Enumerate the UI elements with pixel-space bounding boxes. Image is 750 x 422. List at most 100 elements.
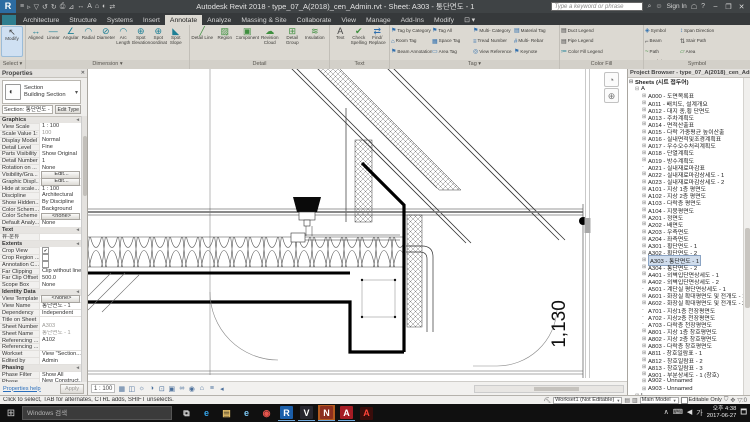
ribbon-tool[interactable]: #Multi- Rebar (514, 37, 555, 48)
restore-button[interactable]: ❐ (722, 3, 735, 11)
chevron-down-icon[interactable]: ▾ (75, 89, 78, 96)
tab-collaborate[interactable]: Collaborate (292, 15, 337, 25)
qat-icon[interactable]: ⇄ (109, 3, 115, 11)
sign-in-icon[interactable]: ☺ (655, 3, 662, 10)
element-selector[interactable]: Section: 통단면도 - 1 (2, 105, 53, 114)
ribbon-tool[interactable]: ⇅Stair Path (680, 37, 715, 48)
tab-modify[interactable]: Modify (429, 15, 459, 25)
qat-icon[interactable]: ◐ (102, 3, 106, 10)
shadows-icon[interactable]: ◑ (147, 385, 156, 393)
sheet-tree-item[interactable]: ⊞ A201 - 정면도 (628, 214, 743, 221)
start-button[interactable]: ⊞ (0, 408, 22, 419)
constraints-icon[interactable]: ≡ (207, 385, 216, 393)
sign-in-link[interactable]: Sign In (667, 3, 687, 10)
worksets-icon[interactable]: ⛏ (543, 397, 551, 404)
qat-icon[interactable]: A (87, 3, 92, 10)
sheet-tree-item[interactable]: ⊞ A903 - Unnamed (628, 385, 743, 392)
minimize-button[interactable]: – (709, 3, 722, 11)
ribbon-tool[interactable]: ⚑Beam Annotations (391, 47, 432, 58)
ribbon-tool[interactable]: ∠Angular (62, 26, 80, 58)
ribbon-tool[interactable]: ―Linear (45, 26, 63, 58)
analytical-model-icon[interactable]: ⌂ (197, 385, 206, 393)
crop-view-icon[interactable]: ⊡ (157, 385, 166, 393)
filter-icon[interactable]: ▽:0 (737, 397, 747, 404)
network-icon[interactable]: ⌨ (673, 408, 683, 418)
ribbon-tool[interactable]: ▭Area Tag (432, 47, 473, 58)
adobe-red-icon[interactable]: A (358, 405, 375, 421)
properties-help-link[interactable]: Properties help (3, 386, 41, 392)
panel-label-dimension[interactable]: Dimension ▾ (26, 60, 189, 69)
tab-massing-site[interactable]: Massing & Site (236, 15, 291, 25)
windows-search-input[interactable]: Windows 검색 (22, 406, 172, 420)
ribbon-tool[interactable]: ⌐Beam (645, 37, 680, 48)
property-row[interactable]: Dependency Independent (0, 310, 81, 317)
visual-style-icon[interactable]: ◫ (127, 385, 136, 393)
qat-icon[interactable]: ↔ (77, 3, 84, 10)
steering-wheel-icon[interactable]: ◔ (604, 72, 619, 87)
more-icon[interactable]: ◂ (217, 385, 226, 393)
ribbon-tool[interactable]: ⚑Tag All (432, 26, 473, 37)
apply-button[interactable]: Apply (60, 384, 84, 394)
search-icon[interactable]: ⌕ (647, 3, 651, 11)
reveal-hidden-icon[interactable]: ◉ (187, 385, 196, 393)
dark-app-icon[interactable]: V (298, 405, 315, 421)
action-center-icon[interactable]: 🗖 (740, 408, 747, 419)
properties-scrollbar[interactable] (81, 116, 87, 382)
ribbon-tool[interactable]: ⊘Diameter (97, 26, 115, 58)
clock[interactable]: 오후 4:38 2017-06-27 (707, 406, 737, 420)
acrobat-icon[interactable]: A (338, 405, 355, 421)
qat-icon[interactable]: ⎙ (60, 3, 66, 11)
ribbon-tool[interactable]: ⊕Spot Coordinate (150, 26, 168, 58)
property-row[interactable]: Edited by Admin (0, 358, 81, 365)
ribbon-tool[interactable]: ≡Tread Number (473, 37, 514, 48)
ribbon-tool[interactable]: ⊞Detail Group (281, 26, 304, 58)
zoom-icon[interactable]: ⊕ (604, 88, 619, 103)
ribbon-tool[interactable]: ⚑Multi- Category (473, 26, 514, 37)
ribbon-tool[interactable]: ◠Arc Length (115, 26, 133, 58)
detail-level-icon[interactable]: ▦ (117, 385, 126, 393)
revit-app-menu[interactable]: R (0, 0, 16, 13)
property-row[interactable]: Default Analy... None (0, 220, 81, 227)
ribbon-tool[interactable]: ↔Aligned (27, 26, 45, 58)
type-selector[interactable]: Section Building Section ▾ (2, 80, 81, 104)
design-options-icon[interactable]: ▥ (632, 397, 638, 404)
sun-path-icon[interactable]: ☼ (137, 385, 146, 393)
ribbon-tool[interactable]: ◣Spot Slope (167, 26, 185, 58)
downlight-fixture[interactable] (293, 197, 321, 236)
drawing-area[interactable]: 1,130 ◔ ⊕ 1 : 100 ▦◫☼◑⊡▣∞◉⌂≡◂ (88, 69, 627, 395)
panel-label-tag[interactable]: Tag ▾ (390, 60, 559, 69)
exclude-options-icon[interactable]: ⛉ (724, 397, 729, 404)
ribbon-tool[interactable]: ▨Region (214, 26, 237, 58)
qat-icon[interactable]: ↺ (42, 3, 48, 11)
ribbon-tool[interactable]: ⚑Keynote (514, 47, 555, 58)
sheet-tree-item[interactable]: ⊞ A104 - 지붕평면도 (628, 207, 743, 214)
property-row[interactable]: Text (0, 227, 81, 234)
design-option-select[interactable]: Main Model▼ (640, 397, 679, 404)
ribbon-tool[interactable]: ◠Radial (80, 26, 98, 58)
horizontal-scrollbar[interactable] (474, 385, 624, 393)
ribbon-tool[interactable]: ▱Area (680, 47, 715, 58)
help-search-input[interactable]: Type a keyword or phrase (551, 2, 643, 11)
help-icon[interactable]: ? (701, 3, 705, 10)
ribbon-tool[interactable]: ╱Detail Line (191, 26, 214, 58)
qat-icon[interactable]: ↻ (51, 3, 57, 11)
ribbon-tool[interactable]: ⊕Spot Elevation (132, 26, 150, 58)
edge-icon[interactable]: e (198, 405, 215, 421)
tab-analyze[interactable]: Analyze (202, 15, 236, 25)
ime-korean-indicator[interactable]: 가 (696, 408, 702, 418)
sheet-tree-item[interactable]: ⊞ A902 - Unnamed (628, 378, 743, 385)
tab-add-ins[interactable]: Add-Ins (396, 15, 429, 25)
sheet-tree-item[interactable]: ⊞ A901 - 부분상세도 - 1 (창호) (628, 371, 743, 378)
qat-icon[interactable]: ⊿ (68, 3, 74, 11)
show-crop-icon[interactable]: ▣ (167, 385, 176, 393)
file-tab-icon[interactable] (2, 15, 16, 25)
property-row[interactable]: Referencing ... A102 (0, 338, 81, 345)
file-explorer-icon[interactable]: ▤ (218, 405, 235, 421)
property-row[interactable]: 뷰-분류 (0, 234, 81, 241)
press-drag-icon[interactable]: ✥ (730, 397, 735, 404)
view-scale-button[interactable]: 1 : 100 (91, 384, 115, 393)
tab-architecture[interactable]: Architecture (18, 15, 64, 25)
ribbon-tool[interactable]: ⌂Room Tag (391, 37, 432, 48)
gray-inactive-icon[interactable]: ▤ (624, 397, 630, 404)
ribbon-tool[interactable]: ⚑Tag by Category (391, 26, 432, 37)
